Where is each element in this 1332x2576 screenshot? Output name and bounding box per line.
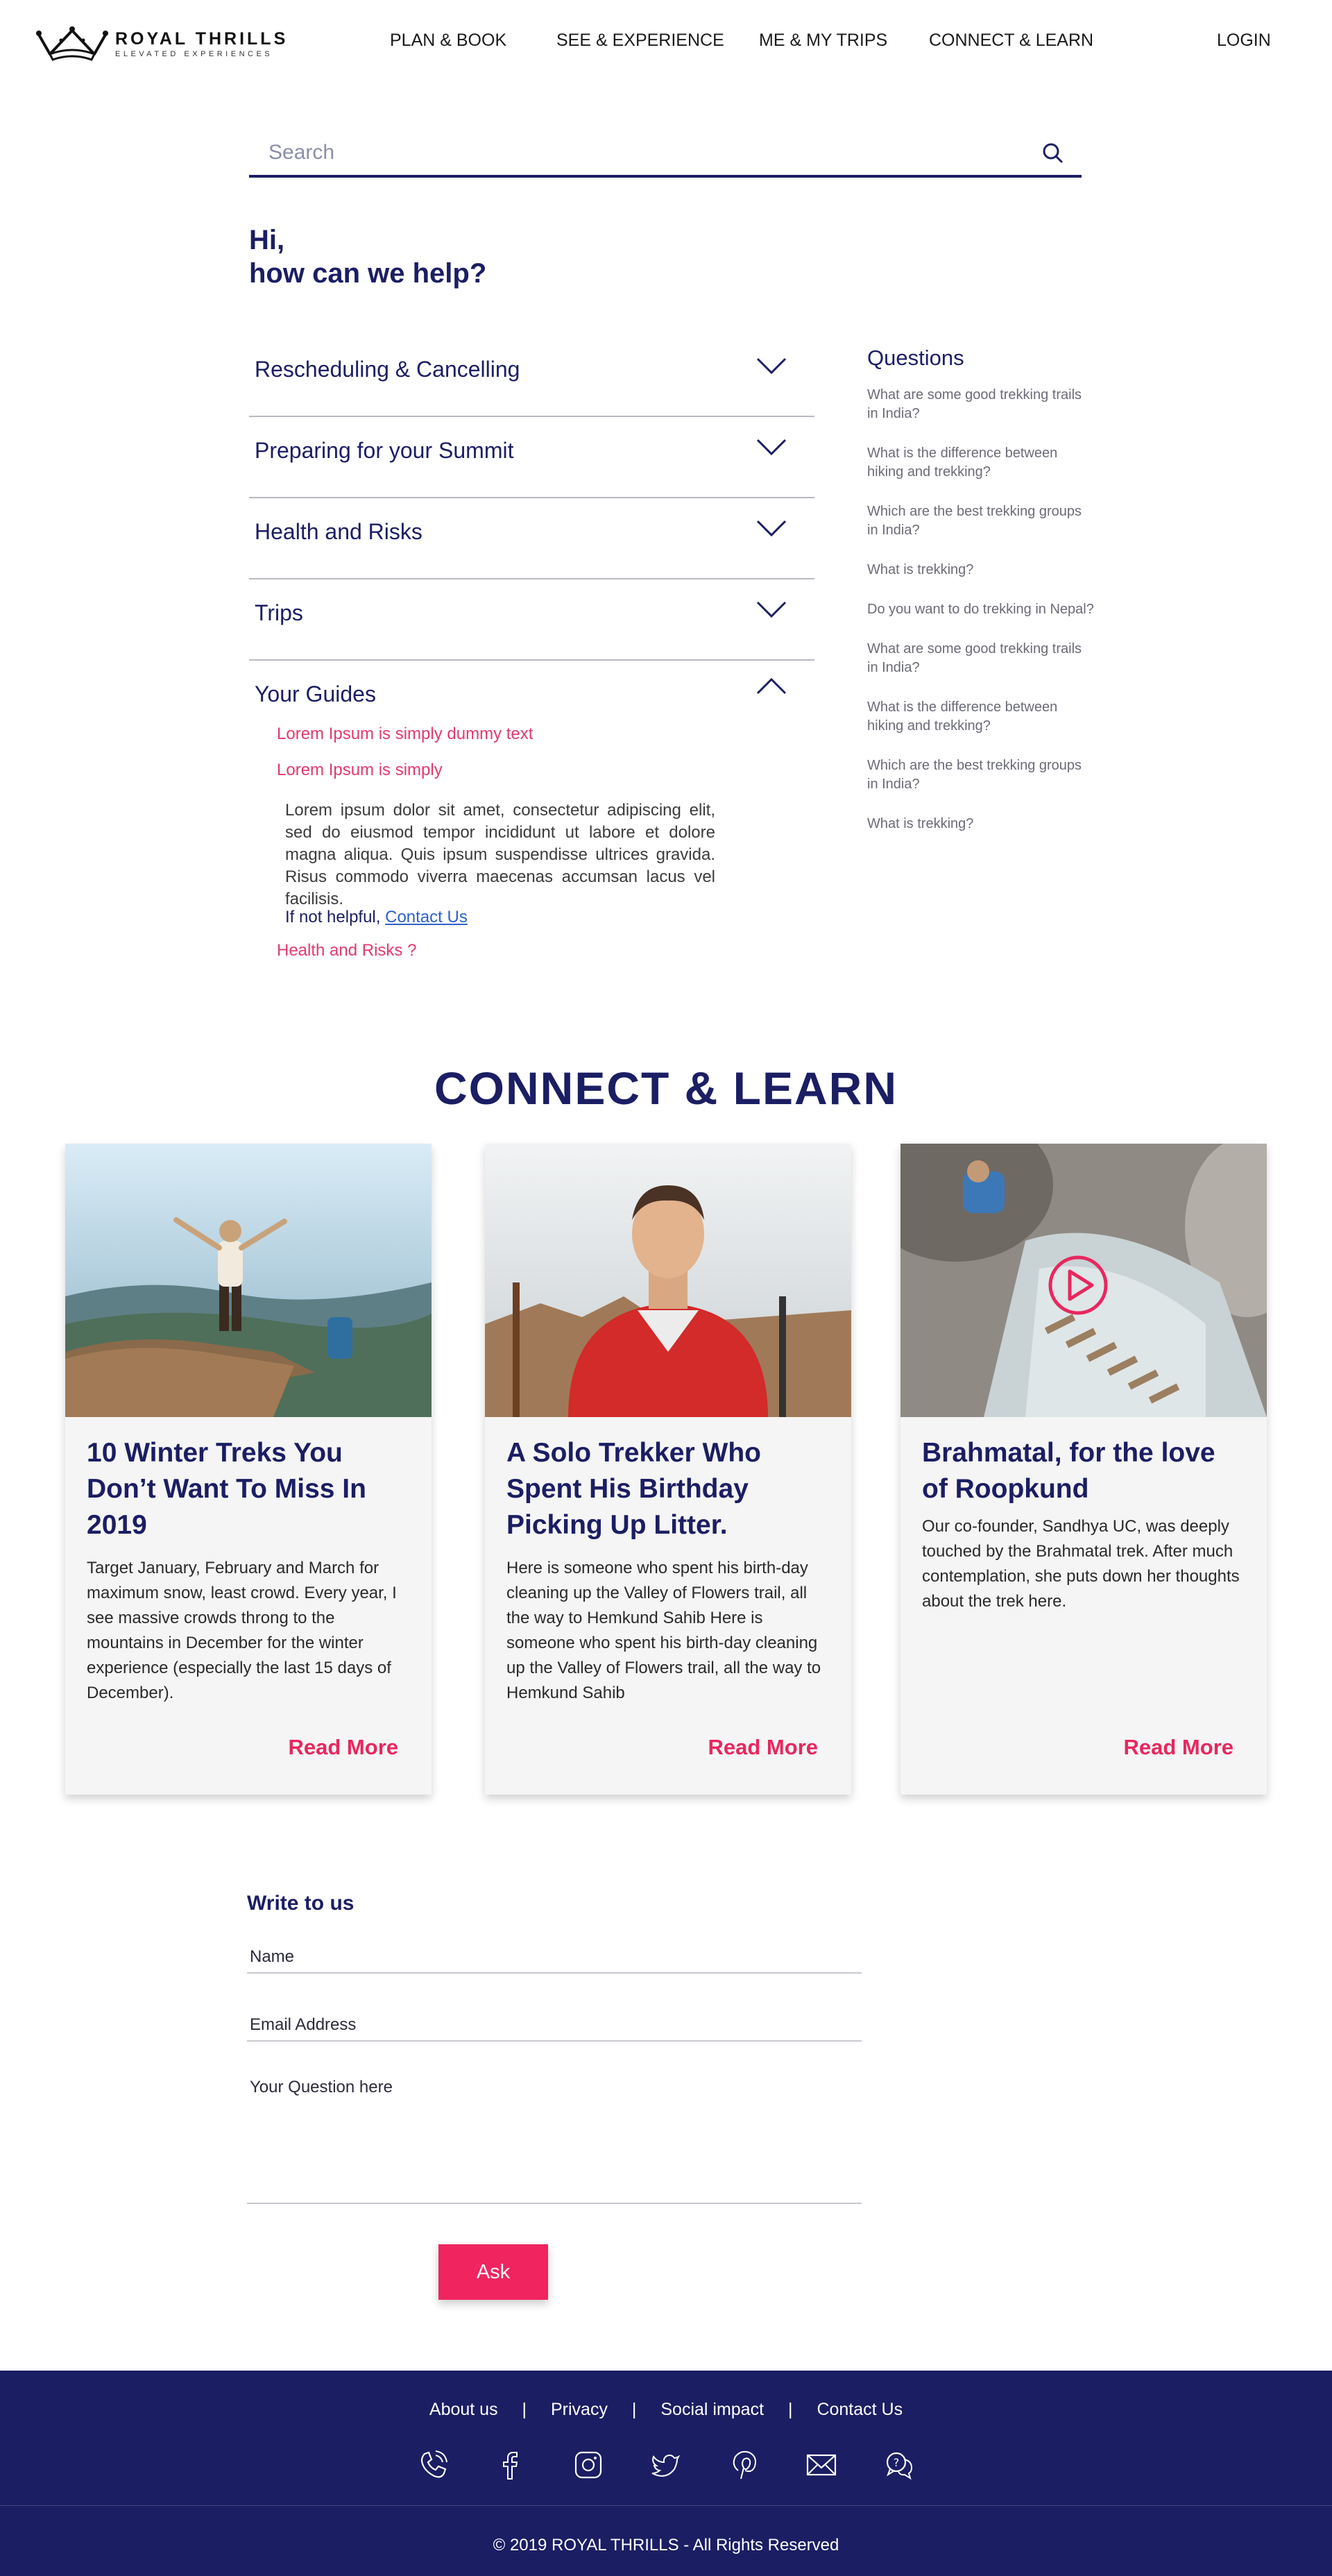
article-title[interactable]: Brahmatal, for the love of Roopkund bbox=[922, 1435, 1248, 1507]
phone-icon[interactable] bbox=[415, 2447, 451, 2483]
question-link[interactable]: What are some good trekking trails in In… bbox=[867, 640, 1096, 677]
search-input[interactable] bbox=[268, 135, 1018, 171]
faq-sub-question[interactable]: Lorem Ipsum is simply dummy text bbox=[277, 724, 533, 744]
question-link[interactable]: What are some good trekking trails in In… bbox=[867, 386, 1096, 423]
search-icon[interactable] bbox=[1039, 139, 1068, 168]
helpful-prompt: If not helpful, Contact Us bbox=[285, 908, 468, 927]
name-field[interactable] bbox=[247, 1942, 862, 1974]
chevron-up-icon[interactable] bbox=[756, 677, 787, 695]
greeting-line-2: how can we help? bbox=[249, 258, 487, 289]
question-link[interactable]: What is trekking? bbox=[867, 815, 1096, 833]
social-icons: ? bbox=[0, 2447, 1332, 2483]
article-excerpt: Target January, February and March for m… bbox=[87, 1559, 397, 1702]
pinterest-icon[interactable] bbox=[726, 2447, 762, 2483]
faq-answer: Lorem ipsum dolor sit amet, consectetur … bbox=[285, 801, 715, 908]
faq-section-rescheduling[interactable]: Rescheduling & Cancelling bbox=[249, 336, 814, 417]
faq-section-preparing[interactable]: Preparing for your Summit bbox=[249, 417, 814, 498]
faq-section-label: Health and Risks bbox=[255, 519, 422, 544]
faq-accordion: Rescheduling & Cancelling Preparing for … bbox=[249, 336, 814, 1008]
article-image-hiker-summit[interactable] bbox=[65, 1144, 432, 1417]
faq-sub-question-active[interactable]: Lorem Ipsum is simply bbox=[277, 761, 443, 780]
footer-separator: | bbox=[631, 2400, 637, 2419]
email-field[interactable] bbox=[247, 2010, 862, 2042]
chevron-down-icon bbox=[756, 520, 787, 537]
site-header: ROYAL THRILLS ELEVATED EXPERIENCES PLAN … bbox=[0, 0, 1332, 89]
chat-icon[interactable]: ? bbox=[881, 2447, 917, 2483]
questions-title: Questions bbox=[867, 346, 964, 370]
chevron-down-icon bbox=[756, 439, 787, 456]
connect-learn-heading: CONNECT & LEARN bbox=[434, 1062, 898, 1114]
question-link[interactable]: Do you want to do trekking in Nepal? bbox=[867, 600, 1096, 619]
instagram-icon[interactable] bbox=[570, 2447, 606, 2483]
article-card: A Solo Trekker Who Spent His Birthday Pi… bbox=[485, 1144, 851, 1795]
faq-related-question[interactable]: Health and Risks ? bbox=[277, 941, 416, 960]
svg-text:?: ? bbox=[894, 2456, 900, 2469]
twitter-icon[interactable] bbox=[648, 2447, 684, 2483]
read-more-link[interactable]: Read More bbox=[708, 1735, 818, 1760]
contact-us-link[interactable]: Contact Us bbox=[385, 908, 468, 926]
question-field[interactable] bbox=[247, 2072, 862, 2204]
contact-form: Write to us bbox=[247, 1892, 862, 2204]
greeting-line-1: Hi, bbox=[249, 225, 285, 255]
form-title: Write to us bbox=[247, 1892, 355, 1915]
help-greeting: Hi, how can we help? bbox=[249, 223, 486, 290]
faq-section-label[interactable]: Your Guides bbox=[255, 681, 376, 707]
questions-sidebar: Questions What are some good trekking tr… bbox=[867, 346, 1096, 854]
question-link[interactable]: Which are the best trekking groups in In… bbox=[867, 502, 1096, 540]
nav-plan-book[interactable]: PLAN & BOOK bbox=[390, 31, 506, 51]
question-link[interactable]: What is the difference between hiking an… bbox=[867, 698, 1096, 736]
question-link[interactable]: Which are the best trekking groups in In… bbox=[867, 756, 1096, 794]
article-card: 10 Winter Treks You Don’t Want To Miss I… bbox=[65, 1144, 432, 1795]
mail-icon[interactable] bbox=[803, 2447, 839, 2483]
faq-section-label: Preparing for your Summit bbox=[255, 438, 514, 463]
footer-link-contact[interactable]: Contact Us bbox=[817, 2400, 903, 2419]
question-link[interactable]: What is the difference between hiking an… bbox=[867, 444, 1096, 482]
article-card: Brahmatal, for the love of Roopkund Our … bbox=[900, 1144, 1267, 1795]
footer-link-privacy[interactable]: Privacy bbox=[551, 2400, 608, 2419]
footer-divider bbox=[0, 2505, 1332, 2506]
ask-button[interactable]: Ask bbox=[438, 2244, 548, 2300]
footer-link-about[interactable]: About us bbox=[429, 2400, 498, 2419]
search-bar bbox=[249, 129, 1082, 178]
footer-separator: | bbox=[787, 2400, 793, 2419]
article-title[interactable]: 10 Winter Treks You Don’t Want To Miss I… bbox=[87, 1435, 413, 1543]
login-link[interactable]: LOGIN bbox=[1217, 31, 1271, 51]
read-more-link[interactable]: Read More bbox=[289, 1735, 398, 1760]
article-title[interactable]: A Solo Trekker Who Spent His Birthday Pi… bbox=[506, 1435, 832, 1543]
chevron-down-icon bbox=[756, 357, 787, 375]
article-image-brahmatal-video[interactable] bbox=[900, 1144, 1267, 1417]
helpful-text: If not helpful, bbox=[285, 908, 381, 926]
nav-connect-learn[interactable]: CONNECT & LEARN bbox=[929, 31, 1093, 51]
question-link[interactable]: What is trekking? bbox=[867, 561, 1096, 579]
faq-section-label: Rescheduling & Cancelling bbox=[255, 357, 520, 382]
chevron-down-icon bbox=[756, 601, 787, 618]
main-nav: PLAN & BOOK SEE & EXPERIENCE ME & MY TRI… bbox=[0, 31, 1332, 58]
site-footer: About us | Privacy | Social impact | Con… bbox=[0, 2371, 1332, 2576]
footer-links: About us | Privacy | Social impact | Con… bbox=[0, 2400, 1332, 2420]
nav-see-experience[interactable]: SEE & EXPERIENCE bbox=[556, 31, 724, 51]
facebook-icon[interactable] bbox=[493, 2447, 529, 2483]
footer-link-social-impact[interactable]: Social impact bbox=[660, 2400, 764, 2419]
faq-section-guides: Your Guides Lorem Ipsum is simply dummy … bbox=[249, 661, 814, 1008]
article-excerpt: Here is someone who spent his birth-day … bbox=[506, 1559, 821, 1702]
faq-section-trips[interactable]: Trips bbox=[249, 579, 814, 661]
faq-section-label: Trips bbox=[255, 600, 303, 625]
faq-section-health[interactable]: Health and Risks bbox=[249, 498, 814, 579]
footer-separator: | bbox=[522, 2400, 527, 2419]
article-image-solo-trekker[interactable] bbox=[485, 1144, 851, 1417]
article-excerpt: Our co-founder, Sandhya UC, was deeply t… bbox=[922, 1517, 1240, 1611]
nav-me-my-trips[interactable]: ME & MY TRIPS bbox=[759, 31, 887, 51]
copyright-text: © 2019 ROYAL THRILLS - All Rights Reserv… bbox=[493, 2536, 839, 2554]
read-more-link[interactable]: Read More bbox=[1124, 1735, 1233, 1760]
